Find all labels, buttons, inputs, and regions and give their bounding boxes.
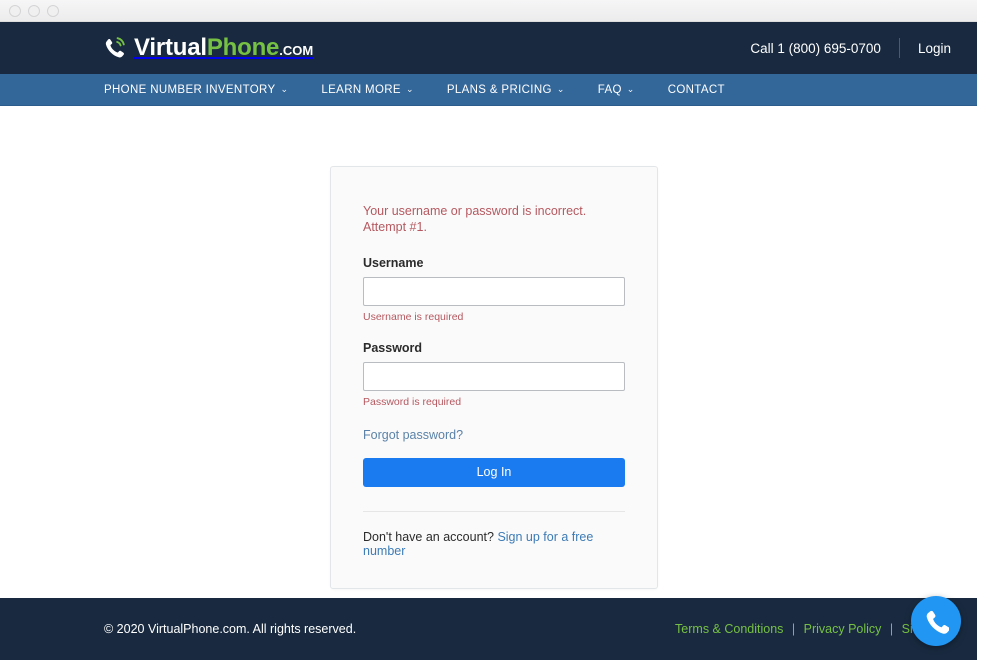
- nav-label: FAQ: [597, 83, 622, 96]
- footer-copyright: © 2020 VirtualPhone.com. All rights rese…: [104, 622, 357, 636]
- main-content: Your username or password is incorrect. …: [0, 106, 977, 598]
- password-error-message: Password is required: [363, 395, 462, 408]
- window-close-button[interactable]: [9, 4, 21, 17]
- header-utility-links: Call 1 (800) 695-0700 Login: [750, 38, 951, 58]
- site-header: VirtualPhone.COM Call 1 (800) 695-0700 L…: [0, 22, 977, 74]
- nav-item-faq[interactable]: FAQ ⌄: [598, 84, 635, 96]
- chevron-down-icon: ⌄: [405, 84, 414, 94]
- nav-item-phone-number-inventory[interactable]: PHONE NUMBER INVENTORY ⌄: [104, 84, 288, 96]
- login-submit-button[interactable]: Log In: [363, 457, 625, 487]
- footer-link-terms-and-conditions[interactable]: Terms & Conditions: [675, 622, 783, 636]
- form-error-message: Your username or password is incorrect. …: [363, 204, 587, 235]
- nav-label: LEARN MORE: [321, 83, 401, 96]
- floating-call-button[interactable]: [911, 596, 961, 646]
- signup-prompt-text: Don't have an account?: [363, 529, 494, 544]
- header-divider: [898, 38, 900, 58]
- footer-links: Terms & Conditions | Privacy Policy | Si…: [675, 622, 951, 636]
- page-viewport: VirtualPhone.COM Call 1 (800) 695-0700 L…: [0, 22, 977, 660]
- password-input[interactable]: [363, 361, 625, 391]
- footer-separator: |: [791, 622, 796, 636]
- footer-link-privacy-policy[interactable]: Privacy Policy: [804, 622, 882, 636]
- logo-text-phone: Phone: [206, 34, 280, 61]
- username-label: Username: [363, 255, 424, 270]
- browser-titlebar: [0, 0, 977, 22]
- username-error-message: Username is required: [363, 310, 464, 323]
- nav-label: CONTACT: [667, 83, 725, 96]
- window-minimize-button[interactable]: [28, 4, 40, 17]
- forgot-password-link[interactable]: Forgot password?: [363, 428, 463, 442]
- chevron-down-icon: ⌄: [626, 84, 635, 94]
- header-call-link[interactable]: Call 1 (800) 695-0700: [750, 41, 881, 56]
- login-card: Your username or password is incorrect. …: [330, 166, 658, 589]
- header-login-link[interactable]: Login: [918, 41, 951, 56]
- logo-text-com: .COM: [279, 43, 314, 58]
- window-maximize-button[interactable]: [47, 4, 59, 17]
- phone-signal-icon: [104, 36, 126, 60]
- card-divider: [363, 510, 625, 512]
- signup-row: Don't have an account? Sign up for a fre…: [363, 530, 625, 558]
- footer-separator: |: [889, 622, 894, 636]
- username-input[interactable]: [363, 276, 625, 306]
- chevron-down-icon: ⌄: [280, 84, 289, 94]
- chevron-down-icon: ⌄: [556, 84, 565, 94]
- nav-item-contact[interactable]: CONTACT: [668, 84, 725, 96]
- phone-handset-icon: [923, 608, 949, 634]
- nav-label: PLANS & PRICING: [446, 83, 552, 96]
- site-logo[interactable]: VirtualPhone.COM: [104, 36, 313, 60]
- browser-window: VirtualPhone.COM Call 1 (800) 695-0700 L…: [0, 0, 977, 660]
- main-navigation: PHONE NUMBER INVENTORY ⌄ LEARN MORE ⌄ PL…: [0, 74, 977, 106]
- site-footer: © 2020 VirtualPhone.com. All rights rese…: [0, 598, 977, 660]
- nav-label: PHONE NUMBER INVENTORY: [104, 83, 276, 96]
- nav-item-plans-and-pricing[interactable]: PLANS & PRICING ⌄: [447, 84, 565, 96]
- nav-item-learn-more[interactable]: LEARN MORE ⌄: [321, 84, 413, 96]
- logo-text-virtual: Virtual: [134, 34, 207, 61]
- password-label: Password: [363, 340, 423, 355]
